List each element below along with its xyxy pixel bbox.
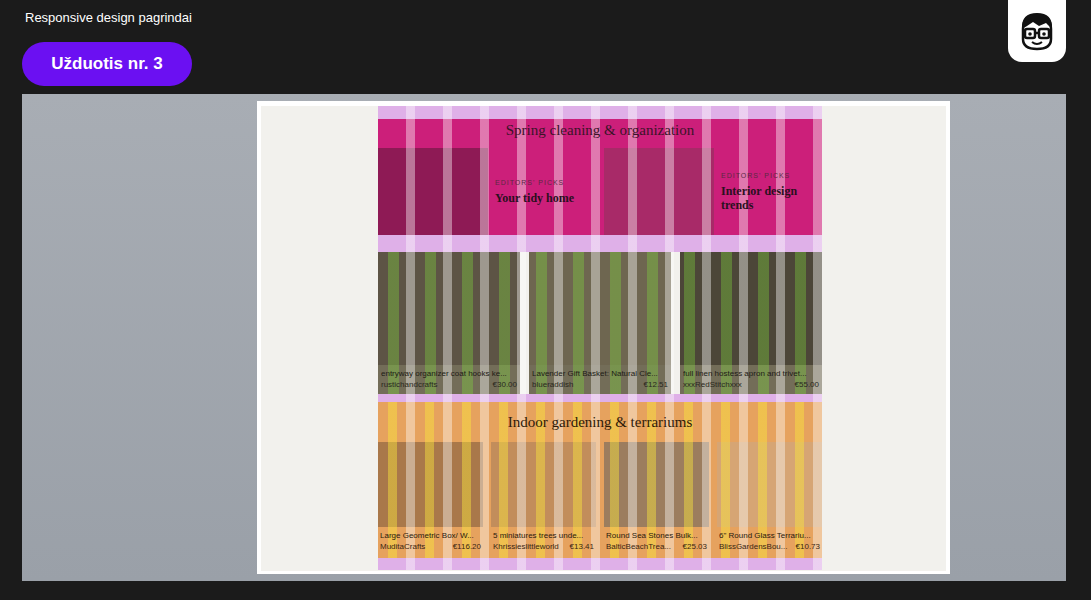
card-title: Interior design trends xyxy=(721,184,815,212)
gutter-band xyxy=(378,235,822,252)
price: €25.03 xyxy=(683,541,707,552)
product-card[interactable]: Large Geometric Box/ W...MuditaCrafts €11… xyxy=(378,442,483,552)
card-text: 6" Round Glass Terrariu...BlissGardensBo… xyxy=(717,527,822,552)
meta-row: BalticBeachTrea... €25.03 xyxy=(606,541,707,552)
kicker: EDITORS' PICKS xyxy=(495,178,574,189)
mockup-frame: Spring cleaning & organization EDITORS' P… xyxy=(257,101,950,574)
featured-card[interactable]: EDITORS' PICKS Interior design trends xyxy=(604,148,822,235)
card-text: Lavender Gift Basket: Natural Cle...blue… xyxy=(529,365,671,390)
product-title: Lavender Gift Basket: Natural Cle... xyxy=(532,368,668,379)
course-title: Responsive design pagrindai xyxy=(25,10,192,25)
product-card[interactable]: entryway organizer coat hooks ke...rusti… xyxy=(378,252,520,394)
price: €10.73 xyxy=(796,541,820,552)
photo xyxy=(604,442,709,527)
meta-row: rustichandcrafts €30.00 xyxy=(381,379,517,390)
product-card[interactable]: Lavender Gift Basket: Natural Cle...blue… xyxy=(529,252,671,394)
card-text: full linen hostess apron and trivet...xx… xyxy=(680,365,822,390)
product-title: entryway organizer coat hooks ke... xyxy=(381,368,517,379)
product-title: Large Geometric Box/ W... xyxy=(380,530,481,541)
shop-name: blueraddish xyxy=(532,379,573,390)
garden-row: Large Geometric Box/ W...MuditaCrafts €11… xyxy=(378,442,822,552)
grid-column: Spring cleaning & organization EDITORS' P… xyxy=(378,106,822,570)
task-button[interactable]: Užduotis nr. 3 xyxy=(22,42,192,86)
featured-row: EDITORS' PICKSYour tidy homeEDITORS' PIC… xyxy=(378,148,822,235)
card-text: 5 miniatures trees unde...Khrissieslittl… xyxy=(491,527,596,552)
price: €30.00 xyxy=(493,379,517,390)
price: €12.51 xyxy=(644,379,668,390)
gutter-band xyxy=(378,106,822,119)
shop-name: Khrissieslittleworld xyxy=(493,541,559,552)
shop-name: xxxRedStitchxxx xyxy=(683,379,742,390)
photo xyxy=(680,252,822,365)
header: Responsive design pagrindai xyxy=(0,0,1091,34)
task-label: Užduotis nr. 3 xyxy=(51,51,162,77)
meta-row: blueraddish €12.51 xyxy=(532,379,668,390)
shop-name: rustichandcrafts xyxy=(381,379,437,390)
card-text: EDITORS' PICKS Your tidy home xyxy=(488,148,581,235)
section-title: Indoor gardening & terrariums xyxy=(378,402,822,432)
gutter-band xyxy=(378,394,822,402)
product-card[interactable]: full linen hostess apron and trivet...xx… xyxy=(680,252,822,394)
photo xyxy=(717,442,822,527)
meta-row: MuditaCrafts €116.20 xyxy=(380,541,481,552)
photo xyxy=(529,252,671,365)
product-card[interactable]: Round Sea Stones Bulk...BalticBeachTrea.… xyxy=(604,442,709,552)
card-text: Large Geometric Box/ W...MuditaCrafts €11… xyxy=(378,527,483,552)
shop-name: BalticBeachTrea... xyxy=(606,541,671,552)
product-title: 5 miniatures trees unde... xyxy=(493,530,594,541)
product-row: entryway organizer coat hooks ke...rusti… xyxy=(378,252,822,394)
shop-name: BlissGardensBou... xyxy=(719,541,787,552)
shop-name: MuditaCrafts xyxy=(380,541,425,552)
featured-card[interactable]: EDITORS' PICKS Your tidy home xyxy=(378,148,596,235)
kicker: EDITORS' PICKS xyxy=(721,171,815,182)
garden-section: Indoor gardening & terrariums Large Geome… xyxy=(378,402,822,558)
photo xyxy=(604,148,714,235)
meta-row: BlissGardensBou... €10.73 xyxy=(719,541,820,552)
photo xyxy=(378,252,520,365)
photo xyxy=(378,442,483,527)
card-text: EDITORS' PICKS Interior design trends xyxy=(714,148,822,235)
section-title: Spring cleaning & organization xyxy=(378,119,822,140)
product-card[interactable]: 5 miniatures trees unde...Khrissieslittl… xyxy=(491,442,596,552)
featured-section: Spring cleaning & organization EDITORS' P… xyxy=(378,119,822,235)
photo xyxy=(491,442,596,527)
product-title: Round Sea Stones Bulk... xyxy=(606,530,707,541)
logo-icon xyxy=(1008,0,1066,62)
card-title: Your tidy home xyxy=(495,191,574,205)
price: €116.20 xyxy=(453,541,481,552)
product-title: full linen hostess apron and trivet... xyxy=(683,368,819,379)
meta-row: Khrissieslittleworld €13.41 xyxy=(493,541,594,552)
gutter-band xyxy=(378,558,822,570)
price: €55.00 xyxy=(795,379,819,390)
price: €13.41 xyxy=(570,541,594,552)
product-card[interactable]: 6" Round Glass Terrariu...BlissGardensBo… xyxy=(717,442,822,552)
product-title: 6" Round Glass Terrariu... xyxy=(719,530,820,541)
meta-row: xxxRedStitchxxx €55.00 xyxy=(683,379,819,390)
card-text: entryway organizer coat hooks ke...rusti… xyxy=(378,365,520,390)
slide-panel: Spring cleaning & organization EDITORS' P… xyxy=(22,94,1066,581)
photo xyxy=(378,148,488,235)
card-text: Round Sea Stones Bulk...BalticBeachTrea.… xyxy=(604,527,709,552)
